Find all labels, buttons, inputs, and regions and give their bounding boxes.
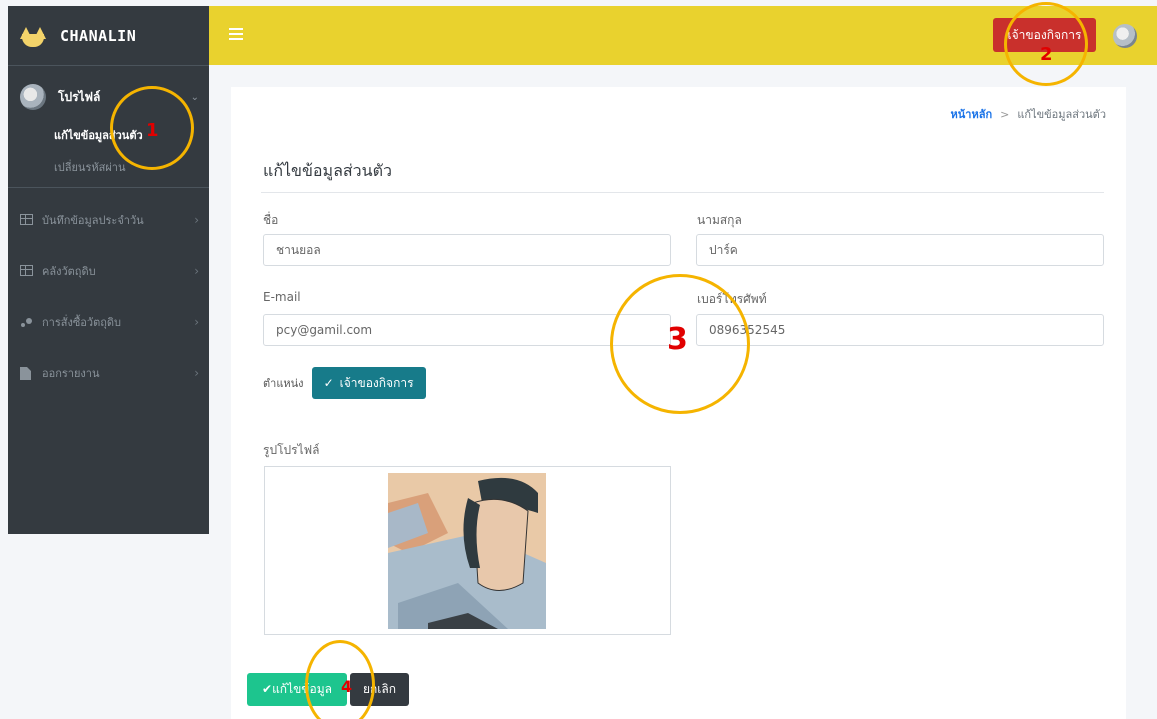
cat-logo-icon — [20, 25, 46, 47]
position-label: ตำแหน่ง — [263, 377, 304, 390]
brand-name: CHANALIN — [60, 26, 137, 45]
sidebar-item-label: การสั่งซื้อวัตถุดิบ — [42, 315, 122, 329]
first-name-field[interactable]: ชานยอล — [263, 234, 671, 266]
profile-menu-label: โปรไฟล์ — [58, 89, 101, 104]
divider — [261, 192, 1104, 193]
sidebar-item-label: คลังวัตถุดิบ — [42, 264, 96, 278]
brand[interactable]: CHANALIN — [8, 6, 209, 66]
last-name-field[interactable]: ปาร์ค — [696, 234, 1104, 266]
page-title: แก้ไขข้อมูลส่วนตัว — [263, 161, 392, 180]
sidebar-item-inventory[interactable]: คลังวัตถุดิบ › — [8, 245, 209, 296]
profile-photo — [388, 473, 546, 629]
sidebar-item-daily-record[interactable]: บันทึกข้อมูลประจำวัน › — [8, 194, 209, 245]
table-icon — [20, 213, 34, 226]
phone-field[interactable]: 0896352545 — [696, 314, 1104, 346]
email-label: E-mail — [263, 290, 301, 304]
chevron-down-icon[interactable]: ⌄ — [191, 92, 199, 103]
chevron-right-icon: › — [194, 314, 199, 329]
position-row: ตำแหน่ง ✓ เจ้าของกิจการ — [263, 367, 426, 399]
avatar[interactable] — [1113, 24, 1137, 48]
sidebar-item-label: บันทึกข้อมูลประจำวัน — [42, 213, 144, 227]
breadcrumb: หน้าหลัก > แก้ไขข้อมูลส่วนตัว — [951, 105, 1106, 123]
avatar — [20, 84, 46, 110]
sidebar-item-label: ออกรายงาน — [42, 366, 100, 380]
first-name-label: ชื่อ — [263, 213, 279, 227]
check-icon: ✓ — [323, 376, 334, 390]
annotation-number-1: 1 — [146, 120, 159, 141]
annotation-number-3: 3 — [667, 322, 688, 357]
photo-label: รูปโปรไฟล์ — [263, 443, 320, 457]
annotation-number-4: 4 — [341, 677, 353, 696]
sidebar-item-ordering[interactable]: การสั่งซื้อวัตถุดิบ › — [8, 296, 209, 347]
breadcrumb-home[interactable]: หน้าหลัก — [951, 108, 993, 121]
hamburger-icon[interactable] — [229, 28, 243, 43]
chevron-right-icon: › — [194, 263, 199, 278]
position-badge[interactable]: ✓ เจ้าของกิจการ — [311, 367, 426, 399]
position-value: เจ้าของกิจการ — [339, 375, 414, 390]
breadcrumb-separator: > — [1000, 108, 1010, 121]
last-name-label: นามสกุล — [697, 213, 742, 227]
sidebar-item-report[interactable]: ออกรายงาน › — [8, 347, 209, 398]
photo-frame[interactable] — [264, 466, 671, 635]
chevron-right-icon: › — [194, 212, 199, 227]
breadcrumb-current: แก้ไขข้อมูลส่วนตัว — [1017, 108, 1106, 121]
sidebar: CHANALIN โปรไฟล์ ⌄ แก้ไขข้อมูลส่วนตัว เป… — [8, 6, 209, 534]
check-icon: ✔ — [262, 682, 273, 696]
chevron-right-icon: › — [194, 365, 199, 380]
table-icon — [20, 264, 34, 277]
order-icon — [20, 316, 34, 328]
file-icon — [20, 366, 34, 380]
annotation-number-2: 2 — [1040, 44, 1053, 65]
